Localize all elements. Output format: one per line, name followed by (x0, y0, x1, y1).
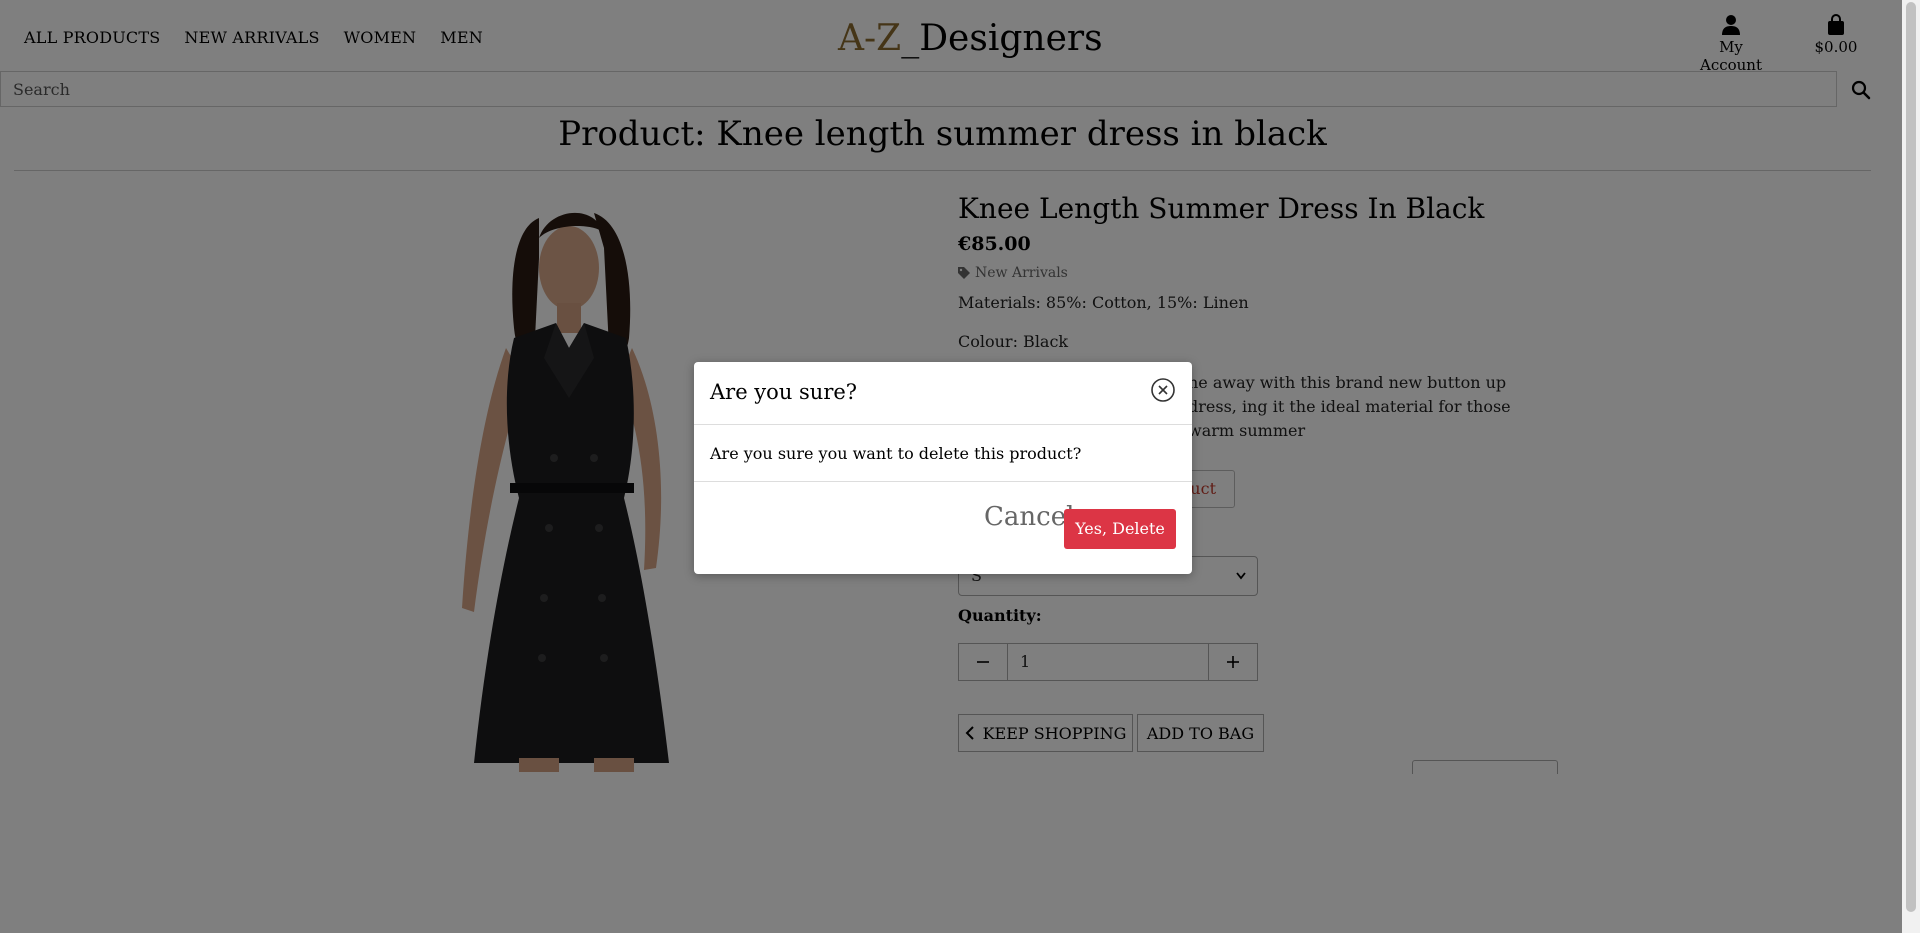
cancel-button[interactable]: Cancel (984, 502, 1074, 532)
confirm-delete-button[interactable]: Yes, Delete (1064, 509, 1176, 549)
close-icon (1151, 378, 1175, 402)
confirm-delete-modal: Are you sure? Are you sure you want to d… (694, 362, 1192, 574)
modal-header: Are you sure? (694, 362, 1192, 425)
scrollbar[interactable] (1902, 0, 1920, 933)
modal-message: Are you sure you want to delete this pro… (710, 444, 1082, 463)
scrollbar-thumb[interactable] (1906, 2, 1916, 912)
modal-body: Are you sure you want to delete this pro… (694, 425, 1192, 482)
close-button[interactable] (1150, 377, 1176, 403)
modal-title: Are you sure? (710, 380, 858, 404)
